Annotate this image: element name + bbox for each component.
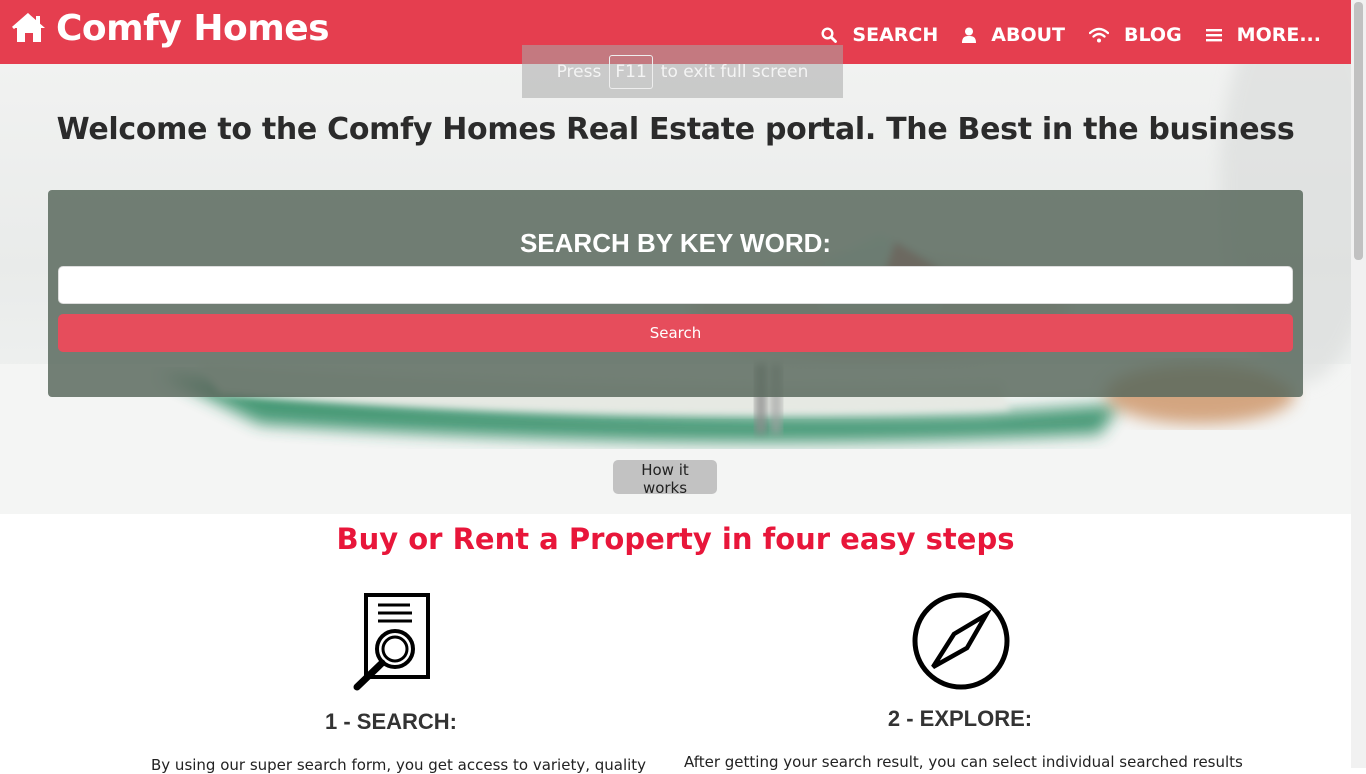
page-scrollbar[interactable] [1351,0,1366,768]
hero-section: Welcome to the Comfy Homes Real Estate p… [0,64,1351,514]
nav-more-label: MORE... [1236,24,1321,46]
fullscreen-key: F11 [609,54,653,89]
nav-more[interactable]: MORE... [1205,24,1321,46]
menu-icon [1205,29,1222,42]
scrollbar-thumb[interactable] [1354,2,1363,260]
nav-links: SEARCH ABOUT BLOG MORE... [797,22,1321,48]
brand-logo[interactable]: Comfy Homes [12,6,330,50]
steps-title: Buy or Rent a Property in four easy step… [336,522,1015,556]
fullscreen-notice-after: to exit full screen [660,61,809,82]
fullscreen-notice: Press F11 to exit full screen [522,45,843,98]
hero-title: Welcome to the Comfy Homes Real Estate p… [56,112,1295,147]
wifi-icon [1089,27,1109,43]
step-2-text: After getting your search result, you ca… [684,753,1243,771]
keyword-search-input[interactable] [58,266,1293,304]
step-1-text: By using our super search form, you get … [151,756,647,774]
nav-about[interactable]: ABOUT [962,24,1065,46]
search-button[interactable]: Search [58,314,1293,352]
nav-search[interactable]: SEARCH [821,24,938,46]
nav-search-label: SEARCH [852,24,939,46]
fullscreen-notice-before: Press [556,61,602,82]
search-panel: SEARCH BY KEY WORD: Search [48,190,1303,397]
compass-icon [912,592,1010,690]
document-search-icon [353,593,430,691]
search-heading: SEARCH BY KEY WORD: [519,228,832,258]
user-icon [962,27,977,43]
step-2-title: 2 - EXPLORE: [887,706,1033,731]
brand-name: Comfy Homes [56,7,330,49]
home-icon [12,12,45,42]
nav-about-label: ABOUT [991,24,1065,46]
nav-blog-label: BLOG [1124,24,1182,46]
how-it-works-button[interactable]: How it works [613,460,717,497]
search-icon [821,27,838,43]
step-1-title: 1 - SEARCH: [324,709,457,734]
nav-blog[interactable]: BLOG [1089,24,1182,46]
